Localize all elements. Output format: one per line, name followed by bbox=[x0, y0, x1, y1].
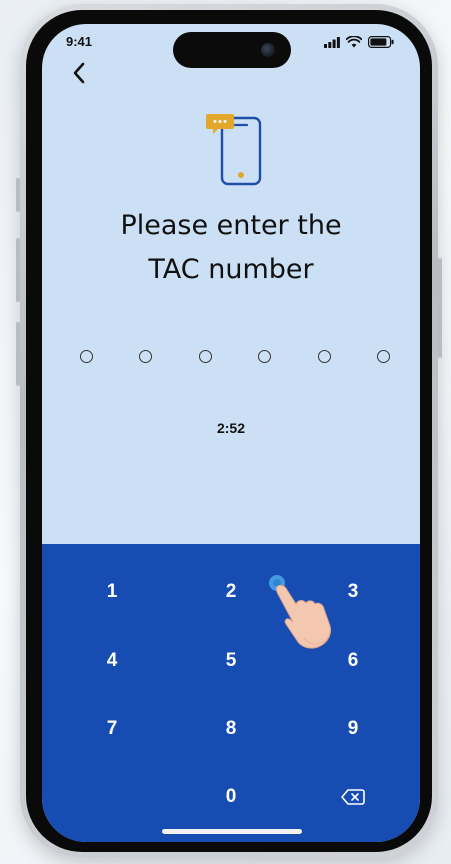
pin-dot bbox=[198, 350, 212, 363]
status-icons bbox=[324, 36, 394, 48]
key-1[interactable]: 1 bbox=[72, 568, 152, 616]
pin-dot bbox=[376, 350, 390, 363]
battery-icon bbox=[368, 36, 394, 48]
chevron-left-icon bbox=[73, 62, 85, 84]
key-6[interactable]: 6 bbox=[313, 637, 393, 685]
key-2[interactable]: 2 bbox=[191, 568, 271, 616]
side-button-volume-up bbox=[16, 238, 20, 302]
key-0[interactable]: 0 bbox=[191, 773, 271, 821]
key-9[interactable]: 9 bbox=[313, 705, 393, 753]
backspace-button[interactable] bbox=[313, 773, 393, 821]
pin-dot bbox=[80, 350, 93, 363]
numeric-keypad: 1 2 3 4 5 6 7 8 9 0 bbox=[42, 544, 420, 842]
key-7[interactable]: 7 bbox=[72, 705, 152, 753]
key-3[interactable]: 3 bbox=[313, 568, 393, 616]
side-button-volume-down bbox=[16, 322, 20, 386]
key-8[interactable]: 8 bbox=[191, 705, 271, 753]
app-screen: 9:41 Please enter the TAC number 2:52 1 … bbox=[42, 24, 420, 842]
backspace-icon bbox=[341, 789, 365, 805]
side-button-power bbox=[438, 258, 442, 358]
page-title-line-2: TAC number bbox=[148, 254, 314, 285]
pin-dot bbox=[317, 350, 331, 363]
pin-dot bbox=[139, 350, 153, 363]
key-5[interactable]: 5 bbox=[191, 637, 271, 685]
status-time: 9:41 bbox=[66, 34, 93, 49]
signal-icon bbox=[324, 36, 340, 48]
dynamic-island bbox=[173, 32, 291, 68]
wifi-icon bbox=[346, 36, 362, 48]
pin-dot bbox=[258, 350, 272, 363]
side-button-action bbox=[16, 178, 20, 212]
key-4[interactable]: 4 bbox=[72, 637, 152, 685]
page-title-line-1: Please enter the bbox=[120, 210, 342, 241]
back-button[interactable] bbox=[64, 58, 94, 88]
countdown-timer: 2:52 bbox=[216, 420, 246, 436]
home-indicator bbox=[162, 829, 302, 834]
phone-message-icon bbox=[206, 114, 262, 186]
camera-icon bbox=[261, 43, 275, 57]
pin-input[interactable] bbox=[80, 350, 390, 363]
